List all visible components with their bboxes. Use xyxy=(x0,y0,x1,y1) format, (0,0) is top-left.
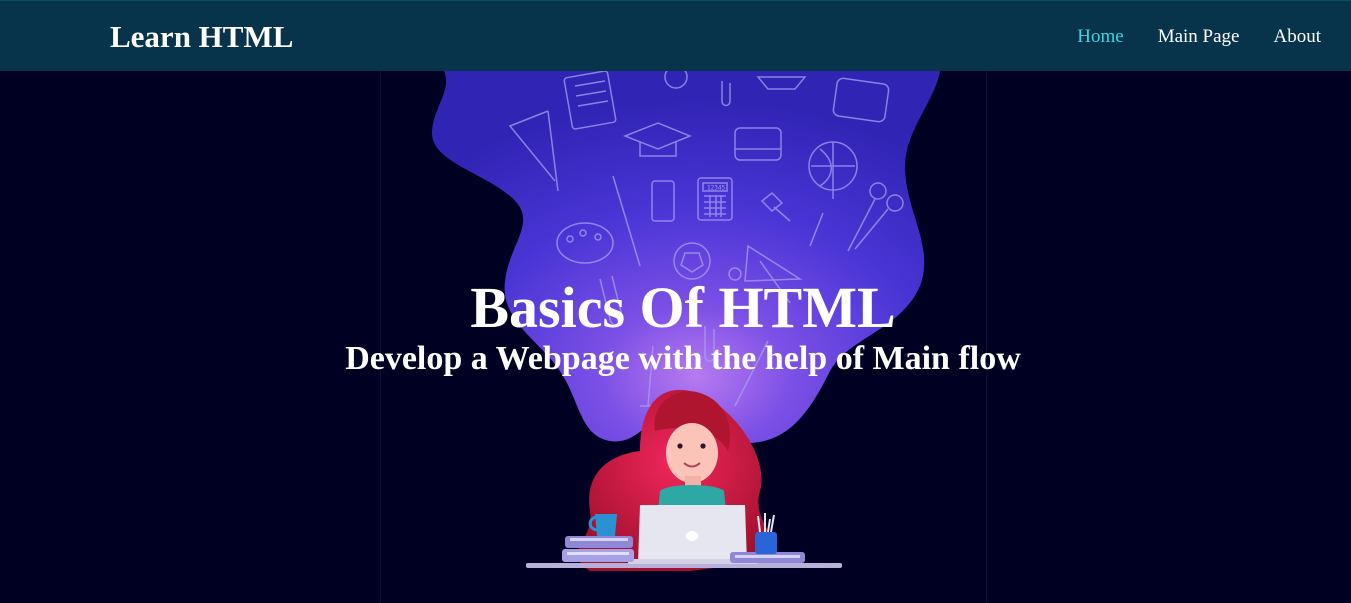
site-brand[interactable]: Learn HTML xyxy=(110,18,293,56)
hero-title: Basics Of HTML xyxy=(470,275,896,340)
svg-text:12345: 12345 xyxy=(707,185,725,192)
nav-links: Home Main Page About xyxy=(1077,25,1321,49)
hero-section: 12345 Basics Of HTML Develop a Webpage w… xyxy=(0,71,1351,603)
dream-cloud-shape xyxy=(431,71,940,444)
hero-subtitle: Develop a Webpage with the help of Main … xyxy=(345,340,1021,377)
nav-link-main-page[interactable]: Main Page xyxy=(1158,25,1240,49)
nav-link-about[interactable]: About xyxy=(1274,25,1322,49)
top-navbar: Learn HTML Home Main Page About xyxy=(0,0,1351,71)
nav-link-home[interactable]: Home xyxy=(1077,25,1123,49)
